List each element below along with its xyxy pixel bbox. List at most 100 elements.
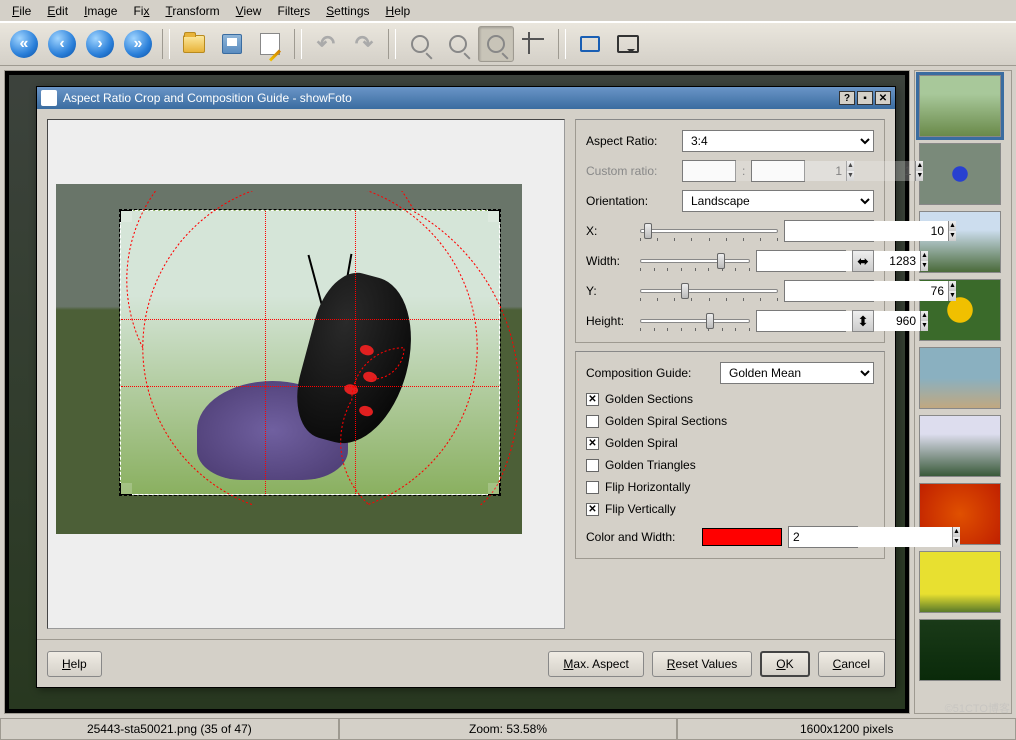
guide-color-button[interactable] — [702, 528, 782, 546]
crop-preview[interactable] — [47, 119, 565, 629]
height-spin[interactable]: ▲▼ — [756, 310, 846, 332]
center-v-icon: ⬍ — [857, 313, 869, 330]
slideshow-button[interactable] — [610, 26, 646, 62]
menu-view[interactable]: View — [228, 1, 270, 21]
edit-icon — [260, 33, 280, 55]
save-icon — [222, 34, 242, 54]
save-button[interactable] — [214, 26, 250, 62]
crop-icon — [524, 34, 544, 54]
guide-horizontal — [121, 319, 499, 320]
thumbnail[interactable] — [919, 551, 1001, 613]
height-slider[interactable] — [640, 310, 750, 332]
nav-prev-button[interactable]: ‹ — [44, 26, 80, 62]
thumbnail[interactable] — [919, 619, 1001, 681]
dialog-help-button[interactable]: Help — [47, 651, 102, 677]
golden-spiral-sections-checkbox[interactable] — [586, 415, 599, 428]
y-spin[interactable]: ▲▼ — [784, 280, 874, 302]
menu-transform[interactable]: Transform — [157, 1, 227, 21]
menu-file[interactable]: FFileile — [4, 1, 39, 21]
menu-fix[interactable]: Fix — [125, 1, 157, 21]
aspect-ratio-select[interactable]: 3:4 — [682, 130, 874, 152]
dialog-title: Aspect Ratio Crop and Composition Guide … — [63, 91, 352, 105]
y-slider[interactable] — [640, 280, 778, 302]
geometry-group: Aspect Ratio: 3:4 Custom ratio: ▲▼ : ▲▼ … — [575, 119, 885, 343]
crop-button[interactable] — [516, 26, 552, 62]
custom-ratio-b: ▲▼ — [751, 160, 805, 182]
folder-open-icon — [183, 35, 205, 53]
menu-help[interactable]: Help — [378, 1, 419, 21]
golden-sections-checkbox[interactable]: ✕ — [586, 393, 599, 406]
fullscreen-icon — [580, 36, 600, 52]
nav-first-button[interactable]: « — [6, 26, 42, 62]
flip-vertical-checkbox[interactable]: ✕ — [586, 503, 599, 516]
edit-button[interactable] — [252, 26, 288, 62]
golden-sections-label: Golden Sections — [605, 392, 693, 406]
undo-button[interactable]: ↶ — [308, 26, 344, 62]
dialog-min-button[interactable]: ▪ — [857, 91, 873, 105]
zoom-out-icon — [449, 35, 467, 53]
height-center-button[interactable]: ⬍ — [852, 310, 874, 332]
fullscreen-button[interactable] — [572, 26, 608, 62]
ok-button[interactable]: OK — [760, 651, 809, 677]
golden-triangles-label: Golden Triangles — [605, 458, 696, 472]
orientation-select[interactable]: Landscape — [682, 190, 874, 212]
guide-width-spin[interactable]: ▲▼ — [788, 526, 858, 548]
thumbnail[interactable] — [919, 75, 1001, 137]
menu-settings[interactable]: Settings — [318, 1, 377, 21]
crop-handle-bl[interactable] — [120, 483, 132, 495]
width-label: Width: — [586, 254, 634, 268]
thumbnail[interactable] — [919, 347, 1001, 409]
thumbnail[interactable] — [919, 415, 1001, 477]
dialog-close-button[interactable]: ✕ — [875, 91, 891, 105]
zoom-fit-button[interactable] — [478, 26, 514, 62]
nav-next-button[interactable]: › — [82, 26, 118, 62]
redo-button[interactable]: ↷ — [346, 26, 382, 62]
thumbnail-strip[interactable] — [914, 70, 1012, 714]
golden-spiral-checkbox[interactable]: ✕ — [586, 437, 599, 450]
x-spin[interactable]: ▲▼ — [784, 220, 874, 242]
status-dimensions: 1600x1200 pixels — [677, 719, 1016, 740]
cancel-button[interactable]: Cancel — [818, 651, 885, 677]
menu-filters[interactable]: Filters — [269, 1, 318, 21]
zoom-in-button[interactable] — [402, 26, 438, 62]
y-label: Y: — [586, 284, 634, 298]
composition-guide-select[interactable]: Golden Mean — [720, 362, 874, 384]
thumbnail[interactable] — [919, 143, 1001, 205]
crop-handle-tr[interactable] — [488, 210, 500, 222]
guide-horizontal — [121, 386, 499, 387]
nav-last-button[interactable]: » — [120, 26, 156, 62]
zoom-fit-icon — [487, 35, 505, 53]
controls-pane: Aspect Ratio: 3:4 Custom ratio: ▲▼ : ▲▼ … — [575, 119, 885, 629]
width-slider[interactable] — [640, 250, 750, 272]
width-center-button[interactable]: ⬌ — [852, 250, 874, 272]
menu-edit[interactable]: Edit — [39, 1, 76, 21]
dialog-footer: Help Max. Aspect Reset Values OK Cancel — [37, 639, 895, 687]
width-spin[interactable]: ▲▼ — [756, 250, 846, 272]
orientation-label: Orientation: — [586, 194, 676, 208]
composition-guide-label: Composition Guide: — [586, 366, 714, 380]
golden-spiral-label: Golden Spiral — [605, 436, 678, 450]
max-aspect-button[interactable]: Max. Aspect — [548, 651, 643, 677]
crop-handle-tl[interactable] — [120, 210, 132, 222]
flip-vertical-label: Flip Vertically — [605, 502, 676, 516]
dialog-help-button[interactable]: ? — [839, 91, 855, 105]
status-file: 25443-sta50021.png (35 of 47) — [0, 719, 339, 740]
crop-handle-br[interactable] — [488, 483, 500, 495]
golden-triangles-checkbox[interactable] — [586, 459, 599, 472]
dialog-icon: ✦ — [41, 90, 57, 106]
menu-image[interactable]: Image — [76, 1, 125, 21]
zoom-in-icon — [411, 35, 429, 53]
flip-horizontal-checkbox[interactable] — [586, 481, 599, 494]
open-button[interactable] — [176, 26, 212, 62]
crop-dialog: ✦ Aspect Ratio Crop and Composition Guid… — [36, 86, 896, 688]
status-bar: 25443-sta50021.png (35 of 47) Zoom: 53.5… — [0, 718, 1016, 740]
crop-rectangle[interactable] — [120, 210, 500, 495]
menu-bar: FFileile Edit Image Fix Transform View F… — [0, 0, 1016, 22]
dialog-titlebar[interactable]: ✦ Aspect Ratio Crop and Composition Guid… — [37, 87, 895, 109]
composition-group: Composition Guide: Golden Mean ✕ Golden S… — [575, 351, 885, 559]
slideshow-icon — [617, 35, 639, 53]
center-h-icon: ⬌ — [857, 253, 869, 270]
x-slider[interactable] — [640, 220, 778, 242]
zoom-out-button[interactable] — [440, 26, 476, 62]
reset-button[interactable]: Reset Values — [652, 651, 753, 677]
